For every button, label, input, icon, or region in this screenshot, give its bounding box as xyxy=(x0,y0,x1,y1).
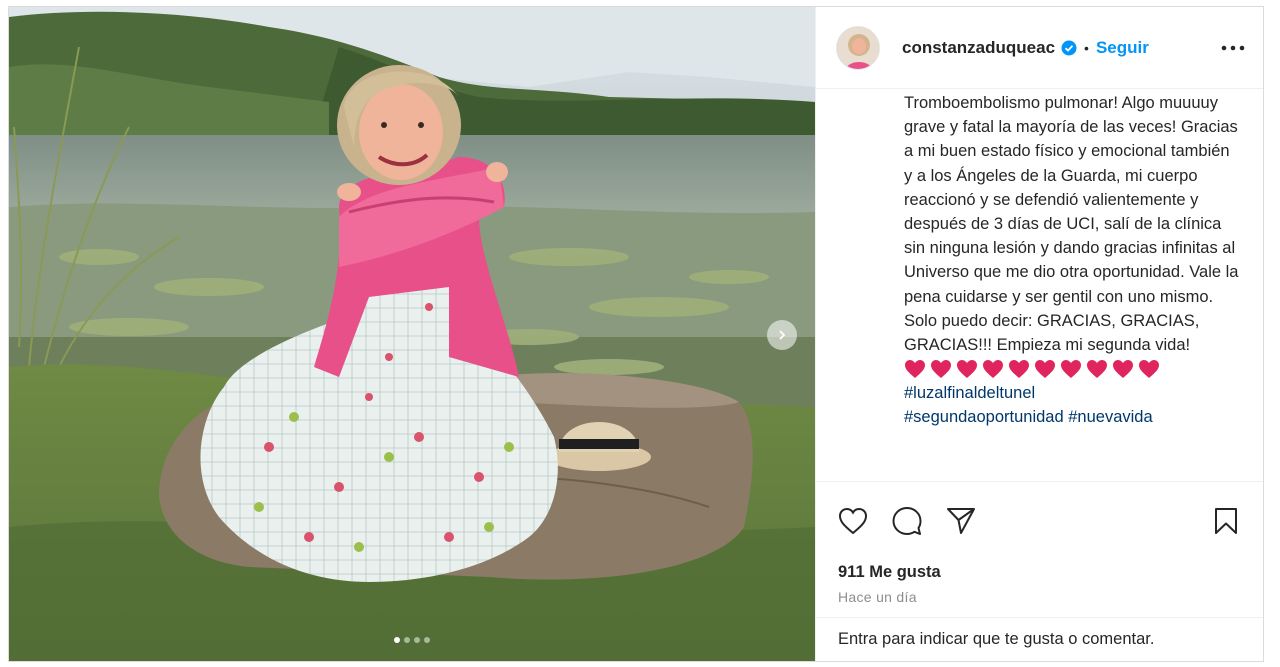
post-timestamp[interactable]: Hace un día xyxy=(816,585,1263,611)
red-heart-icon xyxy=(905,360,925,379)
heart-emojis xyxy=(904,357,1239,381)
carousel-dot xyxy=(424,637,430,643)
likes-count[interactable]: 911 Me gusta xyxy=(816,559,1263,585)
comment-button[interactable] xyxy=(890,504,924,538)
more-options-icon xyxy=(1221,45,1245,50)
more-options-button[interactable] xyxy=(1219,34,1247,62)
avatar[interactable] xyxy=(836,25,880,70)
carousel-dot xyxy=(394,637,400,643)
red-heart-icon xyxy=(1087,360,1107,379)
post-actions xyxy=(816,481,1263,559)
red-heart-icon xyxy=(1139,360,1159,379)
post-photo xyxy=(9,7,815,661)
post-media[interactable] xyxy=(9,7,815,661)
share-button[interactable] xyxy=(944,504,978,538)
red-heart-icon xyxy=(957,360,977,379)
hashtag-link[interactable]: #segundaoportunidad xyxy=(904,408,1064,426)
heart-icon xyxy=(838,507,868,534)
red-heart-icon xyxy=(1009,360,1029,379)
follow-button[interactable]: Seguir xyxy=(1096,38,1149,58)
carousel-next-button[interactable] xyxy=(767,320,797,350)
carousel-dot xyxy=(414,637,420,643)
red-heart-icon xyxy=(931,360,951,379)
verified-badge-icon xyxy=(1061,40,1077,56)
profile-photo-icon xyxy=(837,26,879,69)
post-sidebar: constanzaduqueac • Seguir Tromboembolism… xyxy=(815,7,1263,661)
carousel-indicator xyxy=(9,637,815,643)
comment-icon xyxy=(892,506,922,535)
hashtag-link[interactable]: #nuevavida xyxy=(1068,408,1152,426)
chevron-right-icon xyxy=(779,330,786,340)
red-heart-icon xyxy=(983,360,1003,379)
post-caption: Tromboembolismo pulmonar! Algo muuuuy gr… xyxy=(816,89,1263,481)
carousel-dot xyxy=(404,637,410,643)
like-button[interactable] xyxy=(836,504,870,538)
bookmark-icon xyxy=(1215,507,1237,534)
red-heart-icon xyxy=(1113,360,1133,379)
red-heart-icon xyxy=(1061,360,1081,379)
separator-bullet: • xyxy=(1084,39,1089,56)
red-heart-icon xyxy=(1035,360,1055,379)
post-header: constanzaduqueac • Seguir xyxy=(816,7,1263,89)
instagram-post: constanzaduqueac • Seguir Tromboembolism… xyxy=(8,6,1264,662)
share-icon xyxy=(947,507,975,534)
hashtag-link[interactable]: #luzalfinaldeltunel xyxy=(904,381,1239,405)
caption-text: Tromboembolismo pulmonar! Algo muuuuy gr… xyxy=(904,94,1239,355)
save-button[interactable] xyxy=(1209,504,1243,538)
username-link[interactable]: constanzaduqueac xyxy=(902,38,1055,58)
login-to-comment-prompt[interactable]: Entra para indicar que te gusta o coment… xyxy=(816,617,1263,661)
